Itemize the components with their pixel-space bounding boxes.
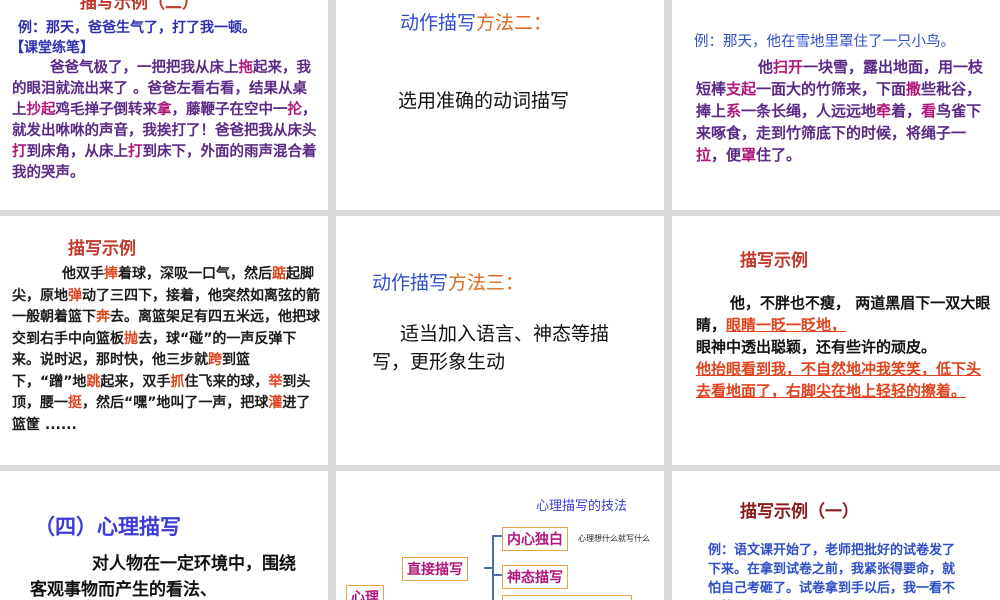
highlight-verb: 拖 <box>238 60 254 76</box>
connector <box>484 567 492 569</box>
slide-body: 适当加入语言、神态等描写，更形象生动 <box>372 323 610 373</box>
node-partial <box>502 595 632 600</box>
text-run: 一面大的竹筛来，下面 <box>756 80 907 98</box>
text-run: 他双手 <box>62 266 104 282</box>
text-run: 一条长绳，人远远地 <box>741 102 877 120</box>
highlight-verb: 抡 <box>287 102 303 118</box>
slide-title: 描写示例 <box>68 239 136 259</box>
slide-body: 对人物在一定环境中，围绕客观事物而产生的看法、 <box>30 554 296 600</box>
highlight-verb: 抛 <box>124 330 138 347</box>
highlight-verb: 看 <box>921 102 937 120</box>
slide-title: 动作描写方法三： <box>372 268 524 295</box>
text-run: 眼神中透出聪颖，还有些许的顽皮。 <box>696 338 937 356</box>
highlight-verb: 挺 <box>68 395 82 411</box>
connector <box>492 535 502 537</box>
slide-title: 描写示例（二） <box>80 0 199 13</box>
highlight-verb: 打 <box>128 144 143 160</box>
slide-body: 选用准确的动词描写 <box>398 90 570 112</box>
paragraph: 他，不胖也不瘦， 两道黑眉下一双大眼睛，眼睛一眨一眨地， 眼神中透出聪颖，还有些许… <box>696 292 992 402</box>
node-expr: 神态描写 <box>502 565 568 589</box>
highlight-verb: 系 <box>726 102 742 120</box>
slide-title: 描写示例（一） <box>740 502 859 522</box>
highlight-verb: 跳 <box>86 373 101 390</box>
text-run: 鸡毛掸子倒转来 <box>55 102 158 118</box>
example-text: 例：那天，他在雪地里罩住了一只小鸟。 <box>694 34 955 50</box>
highlight-verb: 打 <box>12 144 27 160</box>
slide-title: 描写示例 <box>740 251 808 271</box>
highlight-text: 他抬眼看到我，不自然地冲我笑笑，低下头去看地面了，右脚尖在地上轻轻的擦着。 <box>696 360 982 400</box>
slide-thumb-6[interactable]: 描写示例 他，不胖也不瘦， 两道黑眉下一双大眼睛，眼睛一眨一眨地， 眼神中透出聪颖… <box>672 216 1000 465</box>
text-run: 他 <box>758 58 774 76</box>
slide-thumb-2[interactable]: 动作描写方法二： 选用准确的动词描写 <box>336 0 664 210</box>
node-inner: 内心独白 <box>502 527 568 551</box>
slide-title: （四）心理描写 <box>34 515 181 539</box>
highlight-verb: 奔 <box>96 309 110 325</box>
highlight-verb: 抄起 <box>26 102 56 118</box>
node-root: 心理 <box>346 585 384 600</box>
slide-thumb-3[interactable]: 例：那天，他在雪地里罩住了一只小鸟。 他扫开一块雪，露出地面，用一枝短棒支起一面… <box>672 0 1000 210</box>
title-part: 方法二： <box>476 12 553 34</box>
example-text: 例：那天，爸爸生气了，打了我一顿。 <box>18 20 256 36</box>
highlight-verb: 拉 <box>696 146 712 164</box>
text-run: 住了。 <box>756 146 802 164</box>
text-run: ，便 <box>711 146 742 164</box>
slide-thumb-8[interactable]: 心理描写的技法 心理 直接描写 内心独白 心理想什么就写什么 神态描写 <box>336 471 664 600</box>
node-inner-note: 心理想什么就写什么 <box>578 534 650 543</box>
highlight-verb: 弹 <box>68 287 82 304</box>
highlight-verb: 抓 <box>170 373 185 390</box>
title-part: 方法三： <box>448 272 525 294</box>
slide-thumb-5[interactable]: 动作描写方法三： 适当加入语言、神态等描写，更形象生动 <box>336 216 664 465</box>
highlight-verb: 捧 <box>104 266 118 282</box>
paragraph: 他双手捧着球，深吸一口气，然后踮起脚尖，原地弹动了三四下，接着，他突然如离弦的箭… <box>12 264 320 436</box>
highlight-verb: 牵 <box>876 102 892 120</box>
text-run: 住飞来的球， <box>184 373 269 390</box>
slide-thumb-7[interactable]: （四）心理描写 对人物在一定环境中，围绕客观事物而产生的看法、 <box>0 471 328 600</box>
practice-label: 【课堂练笔】 <box>10 40 94 56</box>
text-run: 到床角，从床上 <box>26 144 129 160</box>
diagram-caption: 心理描写的技法 <box>536 499 628 514</box>
text-run: ，藤鞭子在空中一 <box>171 102 288 118</box>
text-run: 着球，深吸一口气，然后 <box>118 266 272 282</box>
highlight-verb: 灌 <box>268 395 283 411</box>
highlight-verb: 扫开 <box>773 58 804 76</box>
highlight-text: 眼睛一眨一眨地， <box>726 316 847 334</box>
paragraph: 他扫开一块雪，露出地面，用一枝短棒支起一面大的竹筛来，下面撒些秕谷，捧上系一条长… <box>696 56 986 166</box>
slide-thumb-1[interactable]: 描写示例（二） 例：那天，爸爸生气了，打了我一顿。 【课堂练笔】 爸爸气极了，一… <box>0 0 328 210</box>
highlight-verb: 拿 <box>157 102 172 118</box>
highlight-verb: 撒 <box>906 80 922 98</box>
highlight-verb: 支起 <box>726 80 757 98</box>
title-part: 动作描写 <box>372 272 449 294</box>
slide-thumb-9[interactable]: 描写示例（一） 例：语文课开始了，老师把批好的试卷发了下来。在拿到试卷之前，我紧… <box>672 471 1000 600</box>
text-run: ，然后“嘿”地叫了一声，把球 <box>82 395 269 411</box>
text-run: 爸爸气极了，一把把我从床上 <box>50 60 239 76</box>
node-direct: 直接描写 <box>402 557 468 581</box>
highlight-verb: 跨 <box>208 352 222 368</box>
text-run: 着， <box>891 102 922 120</box>
title-part: 动作描写 <box>400 12 477 34</box>
slide-body: 例：语文课开始了，老师把批好的试卷发了下来。在拿到试卷之前，我紧张得要命，就怕自… <box>708 543 956 596</box>
highlight-verb: 罩 <box>741 146 757 164</box>
slide-thumb-4[interactable]: 描写示例 他双手捧着球，深吸一口气，然后踮起脚尖，原地弹动了三四下，接着，他突然… <box>0 216 328 465</box>
slide-title: 动作描写方法二： <box>400 8 552 35</box>
connector <box>492 535 494 600</box>
highlight-verb: 踮 <box>272 266 286 282</box>
paragraph: 爸爸气极了，一把把我从床上拖起来，我的眼泪就流出来了 。爸爸左看右看，结果从桌上… <box>12 58 320 184</box>
highlight-verb: 举 <box>268 373 283 390</box>
connector <box>492 574 502 576</box>
text-run: 起来，双手 <box>100 373 171 390</box>
